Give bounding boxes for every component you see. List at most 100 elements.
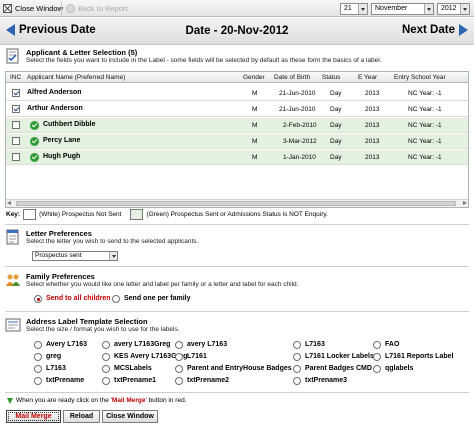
entry-year-cell: NC Year: -1 [408, 154, 442, 161]
letter-section-title: Letter Preferences [26, 229, 92, 238]
table-row[interactable]: Alfred Anderson M 21-Jun-2010 Day 2013 N… [6, 86, 468, 101]
template-option-label[interactable]: qglabels [385, 365, 413, 372]
day-select[interactable]: 21 [340, 3, 368, 15]
template-radio[interactable] [34, 353, 42, 361]
template-option-label[interactable]: L7161 [187, 353, 207, 360]
template-radio[interactable] [293, 341, 301, 349]
template-option-label[interactable]: FAO [385, 341, 399, 348]
template-radio[interactable] [175, 365, 183, 373]
grid-header: INC Applicant Name (Preferred Name) Gend… [6, 72, 468, 83]
column-header-inc[interactable]: INC [10, 74, 21, 81]
template-radio[interactable] [102, 353, 110, 361]
template-radio[interactable] [34, 377, 42, 385]
back-to-report-button[interactable]: Back to Report [66, 2, 128, 15]
template-radio[interactable] [293, 353, 301, 361]
template-radio[interactable] [102, 341, 110, 349]
column-header-status[interactable]: Status [322, 74, 340, 81]
close-window-toolbar-button[interactable]: Close Window [3, 2, 63, 15]
template-radio[interactable] [373, 341, 381, 349]
column-header-gender[interactable]: Gender [243, 74, 265, 81]
note-suffix: ' button in red. [145, 397, 187, 404]
template-radio[interactable] [34, 365, 42, 373]
status-cell: Day [330, 122, 342, 129]
template-option-label[interactable]: L7163 [305, 341, 325, 348]
column-header-entry-year[interactable]: Entry School Year [394, 74, 446, 81]
chevron-down-icon [358, 4, 367, 14]
include-checkbox[interactable] [12, 153, 20, 161]
applicant-name: Alfred Anderson [27, 89, 82, 96]
horizontal-scrollbar[interactable] [6, 199, 468, 207]
year-select[interactable]: 2012 [437, 3, 470, 15]
table-row[interactable]: Percy Lane M 3-Mar-2012 Day 2013 NC Year… [6, 134, 468, 149]
template-option-label[interactable]: Parent and EntryHouse Badges [187, 365, 292, 372]
month-select[interactable]: November [371, 3, 434, 15]
scroll-left-icon[interactable] [7, 201, 11, 205]
template-section-header: Address Label Template Selection Select … [5, 317, 469, 334]
table-row[interactable]: Arthur Anderson M 21-Jun-2010 Day 2013 N… [6, 102, 468, 117]
column-header-name[interactable]: Applicant Name (Preferred Name) [27, 74, 125, 81]
column-header-dob[interactable]: Date of Birth [274, 74, 310, 81]
send-all-children-radio[interactable] [34, 295, 42, 303]
close-window-button[interactable]: Close Window [102, 410, 158, 423]
template-option-label[interactable]: Parent Badges CMD [305, 365, 372, 372]
applicant-section-description: Select the fields you want to include in… [26, 57, 382, 64]
template-option-label[interactable]: avery L7163Greg [114, 341, 170, 348]
entry-year-cell: NC Year: -1 [408, 90, 442, 97]
template-radio[interactable] [175, 353, 183, 361]
template-option-label[interactable]: greg [46, 353, 61, 360]
template-radio[interactable] [175, 377, 183, 385]
check-circle-icon [30, 121, 39, 130]
include-checkbox[interactable] [12, 89, 20, 97]
dob-cell: 3-Mar-2012 [283, 138, 317, 145]
template-option-label[interactable]: MCSLabels [114, 365, 152, 372]
e-year-cell: 2013 [365, 106, 380, 113]
template-option-label[interactable]: txtPrename3 [305, 377, 347, 384]
dob-cell: 21-Jun-2010 [279, 90, 316, 97]
template-option-label[interactable]: Avery L7163 [46, 341, 87, 348]
template-radio[interactable] [373, 365, 381, 373]
send-one-per-family-label[interactable]: Send one per family [124, 295, 191, 302]
column-header-e-year[interactable]: E Year [358, 74, 377, 81]
reload-button[interactable]: Reload [63, 410, 100, 423]
table-row[interactable]: Hugh Pugh M 1-Jan-2010 Day 2013 NC Year:… [6, 150, 468, 165]
arrow-down-icon [7, 397, 13, 404]
template-option-label[interactable]: L7161 Locker Labels [305, 353, 374, 360]
key-white-text: (White) Prospectus Not Sent [39, 210, 122, 218]
next-date-button[interactable]: Next Date [402, 24, 468, 36]
template-radio[interactable] [293, 365, 301, 373]
template-option-label[interactable]: txtPrename2 [187, 377, 229, 384]
scrollbar-thumb[interactable] [16, 201, 456, 206]
scroll-right-icon[interactable] [463, 201, 467, 205]
template-option-label[interactable]: L7163 [46, 365, 66, 372]
status-cell: Day [330, 90, 342, 97]
status-cell: Day [330, 138, 342, 145]
e-year-cell: 2013 [365, 154, 380, 161]
template-option-label[interactable]: avery L7163 [187, 341, 227, 348]
applicant-grid: INC Applicant Name (Preferred Name) Gend… [5, 71, 469, 208]
template-radio[interactable] [293, 377, 301, 385]
template-option-label[interactable]: txtPrename1 [114, 377, 156, 384]
template-option-label[interactable]: txtPrename [46, 377, 84, 384]
letter-select[interactable]: Prospectus sent [32, 251, 118, 261]
include-checkbox[interactable] [12, 121, 20, 129]
template-radio[interactable] [102, 377, 110, 385]
template-radio[interactable] [102, 365, 110, 373]
toolbar: Close Window Back to Report 21 November … [0, 0, 474, 17]
key-green-text: (Green) Prospectus Sent or Admissions St… [146, 210, 328, 218]
e-year-cell: 2013 [365, 138, 380, 145]
template-option-label[interactable]: L7161 Reports Label [385, 353, 453, 360]
divider [5, 224, 469, 225]
template-radio[interactable] [175, 341, 183, 349]
send-all-children-label[interactable]: Send to all children [46, 295, 111, 302]
send-one-per-family-radio[interactable] [112, 295, 120, 303]
template-radio[interactable] [373, 353, 381, 361]
include-checkbox[interactable] [12, 137, 20, 145]
include-checkbox[interactable] [12, 105, 20, 113]
family-section-title: Family Preferences [26, 272, 95, 281]
family-section-header: Family Preferences Select whether you wo… [5, 272, 469, 289]
template-radio[interactable] [34, 341, 42, 349]
mail-merge-button[interactable]: Mail Merge [6, 410, 61, 423]
letter-document-icon [6, 229, 19, 245]
letter-section-header: Letter Preferences Select the letter you… [5, 229, 469, 246]
table-row[interactable]: Cuthbert Dibble M 2-Feb-2010 Day 2013 NC… [6, 118, 468, 133]
